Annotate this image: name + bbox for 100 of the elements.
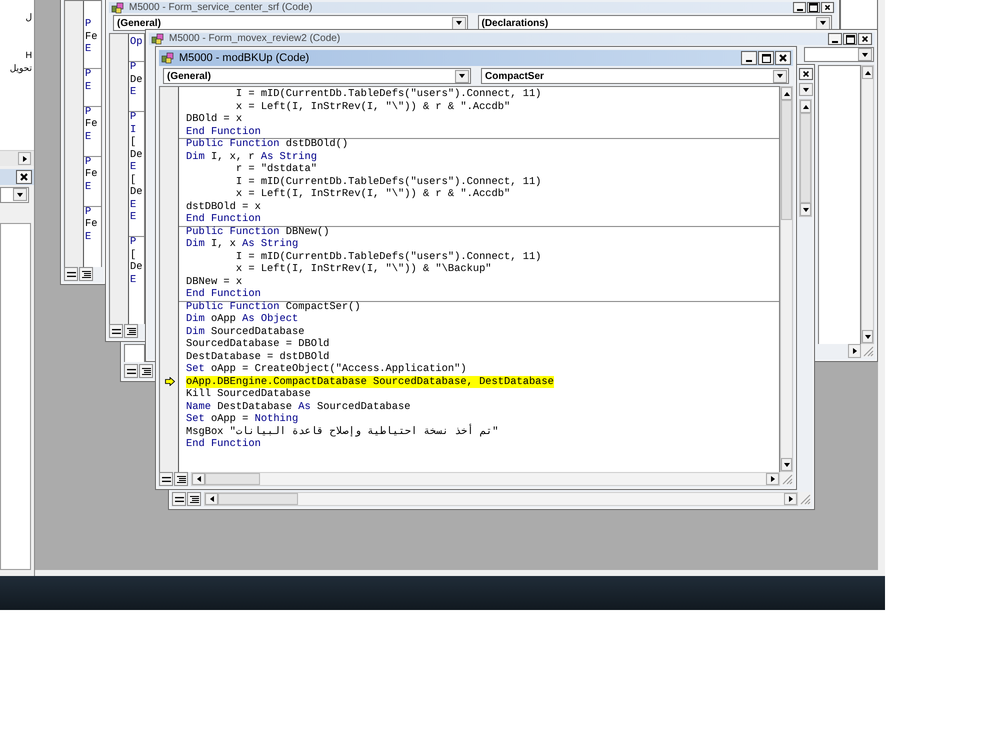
scrollbar-thumb[interactable] — [218, 493, 298, 505]
scroll-down-button[interactable] — [800, 203, 811, 216]
code-line: MsgBox "تم أخذ نسخة احتياطية وإصلاح قاعدة البيانات" — [186, 426, 499, 438]
caret-icon — [864, 70, 872, 76]
code-line: Dim I, x, r As String — [186, 150, 317, 163]
dropdown-button[interactable] — [13, 188, 27, 201]
tree-item[interactable]: H — [26, 49, 32, 61]
horizontal-scrollbar[interactable] — [204, 492, 798, 506]
caret-icon — [22, 154, 28, 162]
resize-grip[interactable] — [798, 492, 811, 505]
code-line: Public Function CompactSer() — [186, 300, 361, 313]
vertical-scrollbar[interactable] — [799, 99, 812, 217]
code-editor[interactable] — [159, 86, 780, 472]
module-view-button[interactable] — [124, 324, 138, 338]
procedure-view-button[interactable] — [109, 324, 123, 338]
code-line: I — [130, 124, 136, 136]
procedure-view-button[interactable] — [64, 267, 78, 281]
tree-item[interactable]: تحويل — [10, 62, 32, 74]
maximize-button[interactable] — [807, 2, 820, 13]
vertical-scrollbar[interactable] — [780, 86, 793, 472]
close-icon — [824, 4, 831, 11]
code-line: DestDatabase = dstDBOld — [186, 350, 330, 363]
scroll-down-button[interactable] — [862, 330, 873, 343]
code-line: P — [130, 111, 136, 124]
horizontal-scrollbar[interactable] — [0, 150, 34, 166]
minimize-button[interactable] — [828, 33, 842, 45]
scroll-right-button[interactable] — [784, 493, 797, 505]
module-view-button[interactable] — [79, 267, 93, 281]
scroll-up-button[interactable] — [862, 66, 873, 79]
dropdown-button[interactable] — [799, 83, 813, 96]
lines-icon — [162, 476, 170, 482]
dropdown-button[interactable] — [452, 16, 466, 30]
procedure-view-button[interactable] — [159, 472, 173, 486]
close-button[interactable] — [799, 68, 813, 80]
caret-icon — [196, 475, 202, 483]
code-line: De — [130, 148, 142, 161]
scroll-right-button[interactable] — [848, 344, 861, 358]
scroll-up-button[interactable] — [781, 87, 792, 100]
procedure-view-button[interactable] — [172, 492, 186, 506]
module-view-button[interactable] — [174, 472, 188, 486]
vertical-scrollbar[interactable] — [861, 65, 874, 344]
maximize-button[interactable] — [758, 51, 774, 65]
code-line: P — [130, 236, 136, 248]
caret-icon — [454, 20, 462, 26]
close-icon — [802, 70, 810, 78]
maximize-button[interactable] — [843, 33, 857, 45]
object-dropdown[interactable] — [0, 187, 29, 203]
close-button[interactable] — [16, 170, 32, 184]
module-view-button[interactable] — [139, 364, 153, 378]
window-title: M5000 - Form_service_center_srf (Code) — [129, 2, 314, 12]
scroll-right-button[interactable] — [18, 152, 31, 165]
dropdown-button[interactable] — [773, 70, 787, 82]
scrollbar-thumb[interactable] — [800, 113, 811, 203]
code-line: E — [85, 80, 92, 93]
code-line: [ — [130, 248, 136, 261]
code-line: [ — [130, 174, 136, 186]
lines-icon — [174, 496, 184, 502]
minimize-button[interactable] — [741, 51, 757, 65]
close-button[interactable] — [821, 2, 834, 13]
dropdown-button[interactable] — [858, 48, 872, 61]
code-line: End Function — [186, 213, 261, 226]
module-view-button[interactable] — [187, 492, 201, 506]
procedure-dropdown[interactable] — [804, 47, 874, 62]
tree-item[interactable]: ل — [25, 11, 32, 23]
scrollbar-thumb[interactable] — [781, 100, 792, 220]
dropdown-button[interactable] — [455, 70, 469, 82]
dropdown-value: (General) — [116, 18, 162, 28]
code-line: De — [130, 186, 142, 198]
object-dropdown[interactable]: (General) — [163, 68, 471, 84]
procedure-view-button[interactable] — [124, 364, 138, 378]
code-line: I = mID(CurrentDb.TableDefs("users").Connect, 11) — [234, 176, 542, 188]
close-button[interactable] — [775, 51, 791, 65]
scroll-left-button[interactable] — [205, 493, 218, 505]
code-line: x = Left(I, InStrRev(I, "\")) & r & ".Accdb" — [235, 188, 510, 200]
code-line: P — [85, 106, 92, 118]
code-line: End Function — [186, 438, 261, 450]
scrollbar-thumb[interactable] — [205, 473, 260, 485]
scroll-down-button[interactable] — [781, 458, 792, 471]
lines-icon — [142, 368, 150, 374]
minimize-button[interactable] — [793, 2, 806, 13]
code-line: E — [130, 86, 136, 98]
dropdown-button[interactable] — [816, 16, 830, 30]
code-line: [ — [130, 136, 136, 148]
code-line: Fe — [85, 168, 98, 180]
maximize-icon — [846, 34, 854, 44]
lines-icon — [126, 368, 136, 374]
scroll-right-button[interactable] — [766, 473, 779, 485]
lines-icon — [190, 496, 198, 502]
scroll-up-button[interactable] — [800, 100, 811, 113]
window-title: M5000 - modBKUp (Code) — [179, 52, 310, 64]
horizontal-scrollbar[interactable] — [191, 472, 780, 486]
scroll-left-button[interactable] — [192, 473, 205, 485]
close-button[interactable] — [858, 33, 872, 45]
caret-icon — [861, 52, 869, 58]
resize-grip[interactable] — [780, 472, 793, 485]
procedure-dropdown[interactable]: CompactSer — [481, 68, 789, 84]
resize-grip[interactable] — [861, 344, 874, 357]
code-line: Dim oApp As Object — [186, 313, 298, 326]
caret-icon — [802, 86, 810, 92]
caret-icon — [782, 90, 790, 96]
